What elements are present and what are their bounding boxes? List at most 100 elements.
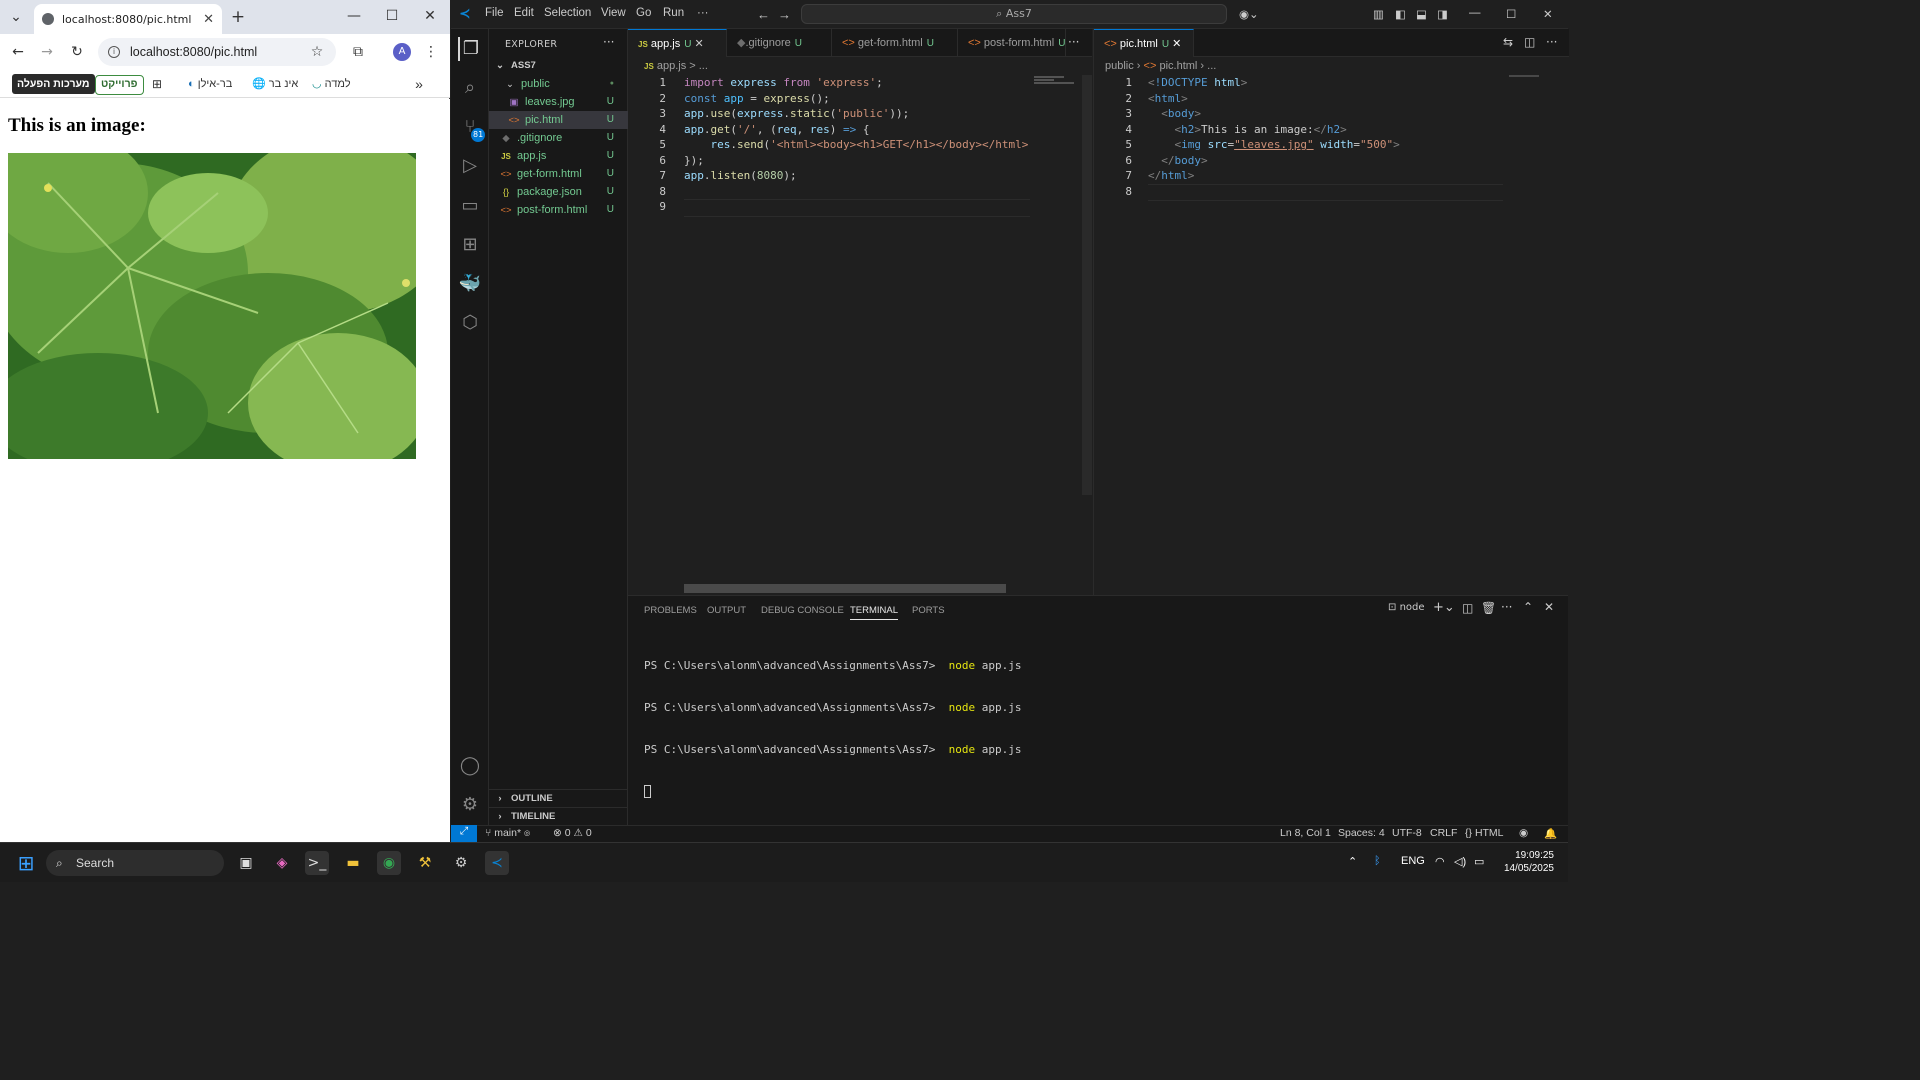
menu-run[interactable]: Run	[663, 7, 684, 19]
code-area[interactable]: <!DOCTYPE html> <html> <body> <h2>This is…	[1148, 75, 1503, 201]
menu-edit[interactable]: Edit	[514, 7, 534, 19]
clock[interactable]: 19:09:25 14/05/2025	[1500, 849, 1554, 875]
nav-back-icon[interactable]: ←	[757, 7, 770, 22]
tab-post-form-html[interactable]: <> post-form.html U	[958, 29, 1066, 57]
breadcrumb[interactable]: public › <> pic.html › ...	[1105, 60, 1216, 72]
menu-view[interactable]: View	[601, 7, 626, 19]
accounts-icon[interactable]: ◯	[458, 754, 482, 778]
extensions-icon[interactable]: ⧉	[348, 42, 368, 62]
chrome-app-icon[interactable]: ◉	[377, 851, 401, 875]
panel-tab-debug-console[interactable]: DEBUG CONSOLE	[761, 605, 844, 616]
tab-gitignore[interactable]: ◆.gitignore U	[727, 29, 832, 57]
tree-item-pic-html[interactable]: <> pic.html U	[489, 111, 628, 129]
close-window-button[interactable]: ✕	[420, 6, 440, 26]
git-branch[interactable]: ⑂ main* ◎	[485, 827, 530, 839]
split-editor-icon[interactable]: ◫	[1524, 35, 1535, 49]
more-bookmarks-icon[interactable]: »	[410, 74, 428, 94]
tab-app-js[interactable]: JS app.js U ✕	[628, 29, 727, 57]
bookmark-os[interactable]: מערכות הפעלה	[12, 74, 95, 94]
back-icon[interactable]: ←	[8, 42, 28, 62]
close-tab-icon[interactable]: ✕	[695, 38, 704, 50]
vscode-minimize-button[interactable]: —	[1469, 7, 1481, 19]
editor-more-icon[interactable]: ···	[1546, 35, 1557, 49]
vscode-close-button[interactable]: ✕	[1543, 7, 1553, 21]
copilot-app-icon[interactable]: ◈	[270, 851, 294, 875]
outline-section[interactable]: › OUTLINE	[489, 789, 628, 807]
chrome-menu-icon[interactable]: ⋮	[421, 42, 441, 62]
panel-tab-output[interactable]: OUTPUT	[707, 605, 746, 616]
profile-avatar[interactable]: A	[393, 43, 411, 61]
close-panel-icon[interactable]: ✕	[1544, 600, 1554, 614]
explorer-root[interactable]: ⌄ ASS7	[489, 57, 628, 75]
forward-icon[interactable]: →	[37, 42, 57, 62]
docker-icon[interactable]: 🐳	[458, 272, 482, 296]
file-explorer-icon[interactable]: ▬	[341, 851, 365, 875]
tab-pic-html[interactable]: <> pic.html U ✕	[1094, 29, 1194, 57]
timeline-section[interactable]: › TIMELINE	[489, 807, 628, 825]
breadcrumb[interactable]: JS app.js > ...	[644, 60, 708, 72]
minimap[interactable]	[1509, 75, 1549, 83]
indentation[interactable]: Spaces: 4	[1338, 827, 1385, 839]
cursor-position[interactable]: Ln 8, Col 1	[1280, 827, 1331, 839]
language-mode[interactable]: {} HTML	[1465, 827, 1504, 839]
tabs-more-icon[interactable]: ···	[1068, 35, 1079, 49]
minimap[interactable]	[1034, 75, 1080, 87]
panel-tab-ports[interactable]: PORTS	[912, 605, 945, 616]
explorer-more-icon[interactable]: ···	[603, 35, 614, 49]
code-area[interactable]: import express from 'express'; const app …	[684, 75, 1030, 217]
remote-indicator-icon[interactable]: ⤢	[451, 825, 477, 842]
tray-overflow-icon[interactable]: ⌃	[1348, 855, 1357, 868]
line-ending[interactable]: CRLF	[1430, 827, 1457, 839]
layout-customize-icon[interactable]: ▥	[1373, 7, 1384, 21]
menu-selection[interactable]: Selection	[544, 7, 591, 19]
explorer-icon[interactable]: ❐	[458, 37, 482, 61]
new-tab-button[interactable]: +	[228, 7, 248, 27]
bookmark-star-icon[interactable]: ☆	[307, 42, 327, 62]
terminal-selector[interactable]: ⊡ node	[1388, 602, 1425, 613]
tab-search-icon[interactable]: ⌄	[6, 7, 26, 27]
settings-app-icon[interactable]: ⚙	[449, 851, 473, 875]
copilot-icon[interactable]: ◉⌄	[1239, 7, 1259, 21]
taskbar-search[interactable]: ⌕ Search	[46, 850, 224, 876]
remote-explorer-icon[interactable]: ▭	[458, 194, 482, 218]
toggle-sidebar-icon[interactable]: ◧	[1395, 7, 1406, 21]
start-button-icon[interactable]: ⊞	[14, 851, 38, 875]
horizontal-scrollbar[interactable]	[684, 584, 1006, 593]
input-language[interactable]: ENG	[1401, 855, 1425, 867]
tool-app-icon[interactable]: ⚒	[413, 851, 437, 875]
tree-item-get-form-html[interactable]: <> get-form.html U	[489, 165, 628, 183]
menu-go[interactable]: Go	[636, 7, 651, 19]
bookmark-lamda[interactable]: ◡ למדה	[312, 74, 351, 94]
task-view-icon[interactable]: ▣	[234, 851, 258, 875]
new-terminal-icon[interactable]: +⌄	[1433, 600, 1455, 615]
tab-get-form-html[interactable]: <> get-form.html U	[832, 29, 958, 57]
menu-more[interactable]: ···	[697, 7, 709, 19]
tree-item-post-form-html[interactable]: <> post-form.html U	[489, 201, 628, 219]
site-info-icon[interactable]: i	[108, 46, 120, 58]
split-terminal-icon[interactable]: ◫	[1462, 601, 1473, 615]
settings-gear-icon[interactable]: ⚙	[458, 793, 482, 817]
apps-grid-icon[interactable]: ⊞	[148, 74, 166, 94]
toggle-panel-icon[interactable]: ⬓	[1416, 7, 1427, 21]
copilot-status-icon[interactable]: ◉	[1519, 827, 1528, 839]
problems-count[interactable]: ⊗ 0 ⚠ 0	[553, 827, 592, 839]
run-debug-icon[interactable]: ▷	[458, 154, 482, 178]
maximize-button[interactable]: ☐	[382, 6, 402, 26]
tree-item-package-json[interactable]: {} package.json U	[489, 183, 628, 201]
nav-forward-icon[interactable]: →	[778, 7, 791, 22]
open-changes-icon[interactable]: ⇆	[1503, 35, 1513, 49]
terminal-app-icon[interactable]: >_	[305, 851, 329, 875]
panel-tab-terminal[interactable]: TERMINAL	[850, 605, 899, 620]
vscode-maximize-button[interactable]: ☐	[1506, 7, 1516, 21]
tree-item-gitignore[interactable]: ◆ .gitignore U	[489, 129, 628, 147]
maximize-panel-icon[interactable]: ⌃	[1523, 600, 1533, 614]
extensions-icon[interactable]: ⊞	[458, 233, 482, 257]
search-icon[interactable]: ⌕	[458, 76, 482, 100]
panel-tab-problems[interactable]: PROBLEMS	[644, 605, 697, 616]
database-icon[interactable]: ⬡	[458, 311, 482, 335]
toggle-secondary-sidebar-icon[interactable]: ◨	[1437, 7, 1448, 21]
wifi-icon[interactable]: ◠	[1435, 855, 1445, 868]
browser-tab[interactable]: localhost:8080/pic.html ✕	[34, 4, 222, 34]
tree-item-app-js[interactable]: JS app.js U	[489, 147, 628, 165]
encoding[interactable]: UTF-8	[1392, 827, 1422, 839]
